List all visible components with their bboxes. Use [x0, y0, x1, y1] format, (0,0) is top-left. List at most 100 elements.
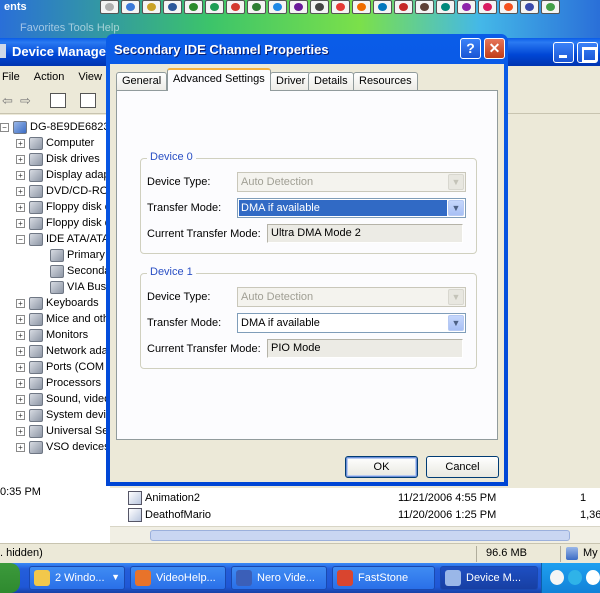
taskbar-button[interactable]: 2 Windo... ▼: [29, 566, 125, 590]
app-14-icon[interactable]: [373, 0, 392, 14]
tab-details[interactable]: Details: [308, 72, 354, 90]
expand-icon[interactable]: +: [16, 186, 25, 196]
tree-item[interactable]: + VSO devices: [16, 439, 110, 455]
device-1-transfer-mode-select[interactable]: DMA if available ▼: [237, 313, 466, 333]
tree-root[interactable]: − DG-8E9DE6823: [0, 119, 110, 135]
device-0-group: Device 0 Device Type: Auto Detection ▼ T…: [140, 151, 477, 254]
word-icon[interactable]: [163, 0, 182, 14]
chevron-down-icon[interactable]: ▼: [448, 315, 464, 331]
help-button[interactable]: ?: [460, 38, 481, 59]
expand-icon[interactable]: +: [16, 330, 25, 340]
tab-driver[interactable]: Driver: [270, 72, 312, 90]
expand-icon[interactable]: +: [16, 202, 25, 212]
tree-item[interactable]: + Display adapters: [16, 167, 110, 183]
menu-view[interactable]: View: [76, 71, 108, 83]
collapse-icon[interactable]: −: [0, 122, 9, 132]
maximize-button[interactable]: [577, 42, 598, 63]
expand-icon[interactable]: +: [16, 154, 25, 164]
tree-item[interactable]: + Processors: [16, 375, 101, 391]
menu-file[interactable]: File: [0, 71, 26, 83]
tree-item[interactable]: + Disk drives: [16, 151, 100, 167]
expand-icon[interactable]: +: [16, 314, 25, 324]
taskbar-button[interactable]: Nero Vide...: [231, 566, 327, 590]
taskbar-button[interactable]: Device M...: [440, 566, 538, 590]
scrollbar-thumb[interactable]: [150, 530, 570, 541]
tree-item[interactable]: + Floppy disk drives: [16, 215, 110, 231]
tree-item[interactable]: Secondary IDE Channel: [50, 263, 110, 279]
taskbar-button[interactable]: FastStone: [332, 566, 435, 590]
volume-tray-icon[interactable]: [586, 570, 600, 585]
pen-tray-icon[interactable]: [550, 570, 564, 585]
tree-item[interactable]: Primary IDE Channel: [50, 247, 110, 263]
tree-item[interactable]: + Universal Serial Bus controllers: [16, 423, 110, 439]
cancel-button[interactable]: Cancel: [426, 456, 499, 478]
back-arrow-icon[interactable]: ⇦: [2, 92, 13, 110]
tree-item[interactable]: + System devices: [16, 407, 110, 423]
app-21-icon[interactable]: [520, 0, 539, 14]
tab-advanced-settings[interactable]: Advanced Settings: [167, 68, 271, 91]
app-12-icon[interactable]: [331, 0, 350, 14]
expand-icon[interactable]: +: [16, 346, 25, 356]
forward-arrow-icon[interactable]: ⇨: [20, 92, 31, 110]
expand-icon[interactable]: +: [16, 394, 25, 404]
tree-item[interactable]: + Keyboards: [16, 295, 99, 311]
tree-item[interactable]: + DVD/CD-ROM drives: [16, 183, 110, 199]
close-button[interactable]: ✕: [484, 38, 505, 59]
app-10-icon[interactable]: [289, 0, 308, 14]
app-16-icon[interactable]: [415, 0, 434, 14]
chevron-down-icon[interactable]: ▼: [448, 200, 464, 216]
file-row[interactable]: Animation2: [128, 490, 200, 506]
expand-icon[interactable]: +: [16, 426, 25, 436]
expand-icon[interactable]: +: [16, 138, 25, 148]
device-0-transfer-mode-select[interactable]: DMA if available ▼: [237, 198, 466, 218]
tree-item[interactable]: + Network adapters: [16, 343, 110, 359]
app-20-icon[interactable]: [499, 0, 518, 14]
collapse-icon[interactable]: −: [16, 234, 25, 244]
camera-icon[interactable]: [310, 0, 329, 14]
tree-item[interactable]: + Mice and other pointing devices: [16, 311, 110, 327]
app-8-icon[interactable]: [247, 0, 266, 14]
app-3-icon[interactable]: [142, 0, 161, 14]
tree-item[interactable]: + Floppy disk controllers: [16, 199, 110, 215]
ok-button[interactable]: OK: [345, 456, 418, 478]
device-icon: [29, 152, 43, 166]
expand-icon[interactable]: +: [16, 170, 25, 180]
expand-icon[interactable]: +: [16, 218, 25, 228]
app-6-icon[interactable]: [205, 0, 224, 14]
expand-icon[interactable]: +: [16, 378, 25, 388]
tree-item[interactable]: + Sound, video and game controllers: [16, 391, 110, 407]
app-1-icon[interactable]: [100, 0, 119, 14]
expand-icon[interactable]: +: [16, 362, 25, 372]
app-15-icon[interactable]: [394, 0, 413, 14]
tree-item[interactable]: + Ports (COM & LPT): [16, 359, 110, 375]
file-row[interactable]: DeathofMario: [128, 507, 211, 523]
expand-icon[interactable]: +: [16, 442, 25, 452]
app-5-icon[interactable]: [184, 0, 203, 14]
network-tray-icon[interactable]: [568, 570, 582, 585]
tab-general[interactable]: General: [116, 72, 168, 90]
app-2-icon[interactable]: [121, 0, 140, 14]
app-7-icon[interactable]: [226, 0, 245, 14]
tree-item[interactable]: + Monitors: [16, 327, 88, 343]
app-22-icon[interactable]: [541, 0, 560, 14]
tree-item[interactable]: − IDE ATA/ATAPI controllers: [16, 231, 110, 247]
start-button[interactable]: [0, 563, 20, 593]
taskbar-button[interactable]: VideoHelp...: [130, 566, 226, 590]
expand-icon[interactable]: +: [16, 410, 25, 420]
minimize-button[interactable]: [553, 42, 574, 63]
horizontal-scrollbar[interactable]: [110, 526, 600, 543]
app-13-icon[interactable]: [352, 0, 371, 14]
app-18-icon[interactable]: [457, 0, 476, 14]
tree-item[interactable]: VIA Bus Master IDE: [50, 279, 110, 295]
app-17-icon[interactable]: [436, 0, 455, 14]
show-hide-tree-icon[interactable]: [50, 93, 66, 108]
app-9-icon[interactable]: [268, 0, 287, 14]
properties-icon[interactable]: [80, 93, 96, 108]
dialog-titlebar[interactable]: Secondary IDE Channel Properties ? ✕: [110, 34, 505, 64]
tab-resources[interactable]: Resources: [353, 72, 418, 90]
tree-item-label: Secondary IDE Channel: [67, 265, 110, 277]
expand-icon[interactable]: +: [16, 298, 25, 308]
app-19-icon[interactable]: [478, 0, 497, 14]
tree-item[interactable]: + Computer: [16, 135, 94, 151]
menu-action[interactable]: Action: [32, 71, 71, 83]
